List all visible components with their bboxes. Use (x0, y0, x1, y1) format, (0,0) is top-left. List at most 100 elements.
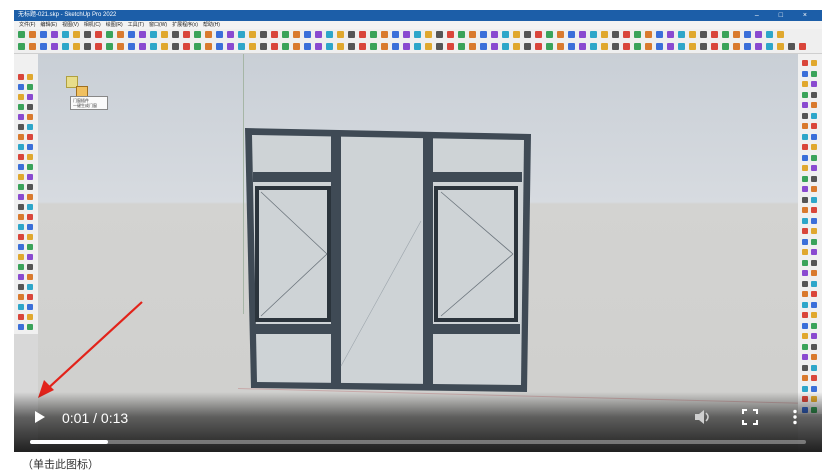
side-tool-icon[interactable] (802, 385, 808, 392)
toolbar-tool-icon[interactable] (238, 43, 245, 50)
side-tool-icon[interactable] (811, 91, 817, 98)
toolbar-tool-icon[interactable] (502, 31, 509, 38)
side-tool-icon[interactable] (811, 354, 817, 360)
toolbar-tool-icon[interactable] (337, 31, 344, 38)
side-tool-icon[interactable] (811, 186, 817, 192)
side-tool-icon[interactable] (802, 322, 808, 329)
side-tool-icon[interactable] (811, 385, 817, 392)
toolbar-tool-icon[interactable] (414, 43, 421, 50)
toolbar-tool-icon[interactable] (161, 43, 168, 50)
toolbar-tool-icon[interactable] (326, 31, 333, 38)
menu-item-8[interactable]: 帮助(H) (203, 22, 220, 28)
toolbar-tool-icon[interactable] (359, 43, 366, 50)
side-tool-icon[interactable] (811, 312, 817, 318)
side-tool-icon[interactable] (18, 324, 24, 330)
toolbar-tool-icon[interactable] (777, 43, 784, 50)
side-tool-icon[interactable] (18, 194, 24, 200)
side-tool-icon[interactable] (27, 194, 33, 200)
side-tool-icon[interactable] (811, 364, 817, 371)
toolbar-tool-icon[interactable] (557, 43, 564, 50)
toolbar-tool-icon[interactable] (656, 31, 663, 38)
side-tool-icon[interactable] (27, 134, 33, 140)
side-tool-icon[interactable] (27, 284, 33, 290)
toolbar-tool-icon[interactable] (337, 43, 344, 50)
side-tool-icon[interactable] (811, 280, 817, 287)
toolbar-tool-icon[interactable] (249, 43, 256, 50)
toolbar-tool-icon[interactable] (370, 31, 377, 38)
side-tool-icon[interactable] (802, 238, 808, 245)
toolbar-tool-icon[interactable] (304, 43, 311, 50)
toolbar-tool-icon[interactable] (601, 43, 608, 50)
toolbar-tool-icon[interactable] (568, 43, 575, 50)
progress-bar[interactable] (30, 440, 806, 444)
toolbar-tool-icon[interactable] (634, 31, 641, 38)
toolbar-tool-icon[interactable] (656, 43, 663, 50)
toolbar-tool-icon[interactable] (84, 43, 91, 50)
toolbar-tool-icon[interactable] (755, 31, 762, 38)
toolbar-tool-icon[interactable] (315, 31, 322, 38)
toolbar-tool-icon[interactable] (766, 43, 773, 50)
side-tool-icon[interactable] (18, 164, 24, 170)
side-tool-icon[interactable] (27, 74, 33, 80)
side-tool-icon[interactable] (802, 91, 808, 98)
toolbar-tool-icon[interactable] (183, 31, 190, 38)
side-tool-icon[interactable] (18, 154, 24, 160)
toolbar-tool-icon[interactable] (425, 43, 432, 50)
toolbar-tool-icon[interactable] (667, 43, 674, 50)
menu-item-7[interactable]: 扩展程序(x) (172, 22, 198, 28)
toolbar-tool-icon[interactable] (436, 31, 443, 38)
toolbar-tool-icon[interactable] (414, 31, 421, 38)
toolbar-tool-icon[interactable] (524, 31, 531, 38)
side-tool-icon[interactable] (802, 81, 808, 87)
side-tool-icon[interactable] (802, 228, 808, 234)
toolbar-tool-icon[interactable] (634, 43, 641, 50)
toolbar-tool-icon[interactable] (18, 31, 25, 38)
toolbar-tool-icon[interactable] (150, 43, 157, 50)
toolbar-tool-icon[interactable] (623, 31, 630, 38)
side-tool-icon[interactable] (27, 234, 33, 240)
toolbar-tool-icon[interactable] (381, 43, 388, 50)
toolbar-tool-icon[interactable] (84, 31, 91, 38)
toolbar-tool-icon[interactable] (304, 31, 311, 38)
toolbar-tool-icon[interactable] (95, 31, 102, 38)
side-tool-icon[interactable] (18, 224, 24, 230)
side-tool-icon[interactable] (27, 214, 33, 220)
fullscreen-icon[interactable] (742, 409, 758, 425)
side-tool-icon[interactable] (27, 174, 33, 180)
side-tool-icon[interactable] (811, 112, 817, 119)
toolbar-tool-icon[interactable] (370, 43, 377, 50)
side-tool-icon[interactable] (18, 234, 24, 240)
toolbar-tool-icon[interactable] (700, 43, 707, 50)
menu-item-2[interactable]: 视图(V) (62, 22, 79, 28)
side-tool-icon[interactable] (802, 70, 808, 77)
toolbar-tool-icon[interactable] (205, 43, 212, 50)
side-tool-icon[interactable] (27, 204, 33, 210)
side-tool-icon[interactable] (18, 284, 24, 290)
toolbar-tool-icon[interactable] (458, 31, 465, 38)
side-tool-icon[interactable] (18, 294, 24, 300)
toolbar-tool-icon[interactable] (722, 43, 729, 50)
menu-item-3[interactable]: 相机(C) (84, 22, 101, 28)
side-tool-icon[interactable] (18, 254, 24, 260)
toolbar-tool-icon[interactable] (205, 31, 212, 38)
toolbar-tool-icon[interactable] (172, 31, 179, 38)
toolbar-tool-icon[interactable] (183, 43, 190, 50)
side-tool-icon[interactable] (802, 364, 808, 371)
side-tool-icon[interactable] (802, 196, 808, 203)
toolbar-tool-icon[interactable] (139, 43, 146, 50)
toolbar-tool-icon[interactable] (271, 31, 278, 38)
toolbar-tool-icon[interactable] (18, 43, 25, 50)
toolbar-tool-icon[interactable] (29, 43, 36, 50)
side-tool-icon[interactable] (802, 291, 808, 297)
toolbar-tool-icon[interactable] (117, 31, 124, 38)
toolbar-tool-icon[interactable] (216, 43, 223, 50)
side-tool-icon[interactable] (802, 354, 808, 360)
toolbar-tool-icon[interactable] (73, 31, 80, 38)
toolbar-tool-icon[interactable] (227, 43, 234, 50)
toolbar-tool-icon[interactable] (95, 43, 102, 50)
toolbar-tool-icon[interactable] (546, 31, 553, 38)
toolbar-tool-icon[interactable] (194, 43, 201, 50)
side-tool-icon[interactable] (27, 164, 33, 170)
side-tool-icon[interactable] (802, 343, 808, 350)
toolbar-tool-icon[interactable] (733, 31, 740, 38)
